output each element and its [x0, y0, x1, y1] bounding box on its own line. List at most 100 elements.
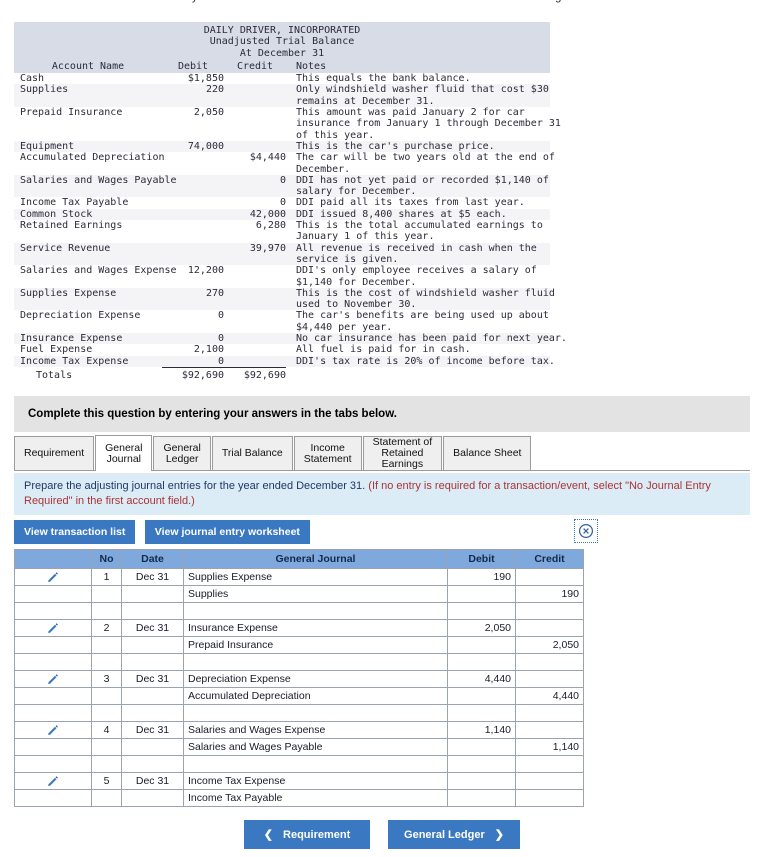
journal-account-cell[interactable]: Income Tax Payable: [183, 789, 448, 807]
journal-debit-cell[interactable]: [447, 789, 516, 807]
journal-entry-date[interactable]: Dec 31: [121, 619, 184, 637]
journal-header-credit: Credit: [515, 549, 584, 569]
tab-trial-balance[interactable]: Trial Balance: [211, 436, 293, 470]
trial-balance-body: Cash $1,850 This equals the bank balance. S…: [14, 73, 567, 367]
journal-row[interactable]: 3 Dec 31 Depreciation Expense 4,440: [14, 670, 584, 688]
next-general-ledger-button[interactable]: General Ledger ❯: [388, 820, 520, 849]
journal-account-cell[interactable]: Salaries and Wages Payable: [183, 738, 448, 756]
journal-credit-cell[interactable]: 1,140: [515, 738, 584, 756]
journal-debit-cell[interactable]: 4,440: [447, 670, 516, 688]
pencil-icon[interactable]: [14, 721, 92, 739]
chevron-right-icon: ❯: [494, 829, 504, 841]
col-header-debit: Debit: [177, 60, 209, 72]
trial-balance-row: Fuel Expense 2,100 All fuel is paid for in…: [14, 344, 550, 356]
journal-credit-cell[interactable]: 190: [515, 585, 584, 603]
view-transaction-list-button[interactable]: View transaction list: [14, 520, 136, 544]
pencil-icon[interactable]: [14, 670, 92, 688]
journal-credit-cell[interactable]: [515, 721, 584, 739]
journal-row[interactable]: Salaries and Wages Payable 1,140: [14, 738, 584, 756]
journal-row[interactable]: Prepaid Insurance 2,050: [14, 636, 584, 654]
journal-account-cell[interactable]: Accumulated Depreciation: [183, 687, 448, 705]
journal-credit-cell[interactable]: [515, 670, 584, 688]
journal-row[interactable]: Supplies 190: [14, 585, 584, 603]
journal-account-cell[interactable]: Supplies Expense: [183, 568, 448, 586]
tab-general-journal[interactable]: General Journal: [95, 435, 153, 471]
journal-account-cell[interactable]: [183, 755, 448, 773]
journal-row[interactable]: 1 Dec 31 Supplies Expense 190: [14, 568, 584, 586]
pencil-icon[interactable]: [14, 772, 92, 790]
journal-entry-date[interactable]: Dec 31: [121, 670, 184, 688]
journal-spacer-row[interactable]: [14, 704, 584, 722]
trial-balance-row: Equipment 74,000 This is the car's purchas…: [14, 140, 550, 153]
journal-account-cell[interactable]: Income Tax Expense: [183, 772, 448, 790]
journal-row[interactable]: 4 Dec 31 Salaries and Wages Expense 1,140: [14, 721, 584, 739]
journal-header-edit-spacer: [14, 549, 92, 569]
journal-row[interactable]: Accumulated Depreciation 4,440: [14, 687, 584, 705]
tb-note: No car insurance has been paid for next …: [296, 333, 567, 345]
journal-entry-date[interactable]: [121, 585, 184, 603]
journal-account-cell[interactable]: [183, 704, 448, 722]
journal-account-cell[interactable]: Depreciation Expense: [183, 670, 448, 688]
journal-credit-cell[interactable]: [515, 619, 584, 637]
journal-entry-date[interactable]: Dec 31: [121, 721, 184, 739]
journal-entry-date[interactable]: [121, 636, 184, 654]
journal-entry-date[interactable]: Dec 31: [121, 568, 184, 586]
journal-debit-cell[interactable]: [447, 687, 516, 705]
journal-debit-cell[interactable]: 2,050: [447, 619, 516, 637]
journal-credit-cell[interactable]: [515, 755, 584, 773]
journal-spacer-row[interactable]: [14, 602, 584, 620]
journal-credit-cell[interactable]: [515, 704, 584, 722]
journal-credit-cell[interactable]: 4,440: [515, 687, 584, 705]
tb-note: All revenue is received in cash when the…: [296, 242, 537, 265]
journal-account-cell[interactable]: [183, 602, 448, 620]
journal-debit-cell[interactable]: [447, 636, 516, 654]
trial-balance-table: DAILY DRIVER, INCORPORATED Unadjusted Tr…: [14, 22, 567, 382]
journal-credit-cell[interactable]: [515, 772, 584, 790]
journal-entry-date[interactable]: [121, 602, 184, 620]
journal-debit-cell[interactable]: 190: [447, 568, 516, 586]
journal-entry-date[interactable]: [121, 738, 184, 756]
prev-requirement-button[interactable]: ❮ Requirement: [244, 820, 371, 849]
tab-statement-of-retained-earnings[interactable]: Statement of Retained Earnings: [362, 436, 443, 470]
journal-spacer-row[interactable]: [14, 755, 584, 773]
journal-debit-cell[interactable]: [447, 772, 516, 790]
journal-debit-cell[interactable]: [447, 738, 516, 756]
trial-balance-row: Cash $1,850 This equals the bank balance.: [14, 73, 550, 85]
journal-credit-cell[interactable]: [515, 602, 584, 620]
close-circle-icon[interactable]: [574, 519, 598, 543]
journal-row[interactable]: 5 Dec 31 Income Tax Expense: [14, 772, 584, 790]
tab-general-ledger[interactable]: General Ledger: [153, 436, 211, 470]
journal-spacer-row[interactable]: [14, 653, 584, 671]
journal-credit-cell[interactable]: [515, 568, 584, 586]
journal-debit-cell[interactable]: [447, 602, 516, 620]
journal-debit-cell[interactable]: 1,140: [447, 721, 516, 739]
journal-credit-cell[interactable]: 2,050: [515, 636, 584, 654]
next-button-label: General Ledger: [404, 828, 485, 841]
journal-entry-date[interactable]: [121, 704, 184, 722]
journal-entry-date[interactable]: [121, 653, 184, 671]
journal-account-cell[interactable]: Prepaid Insurance: [183, 636, 448, 654]
journal-entry-date[interactable]: Dec 31: [121, 772, 184, 790]
journal-account-cell[interactable]: Supplies: [183, 585, 448, 603]
journal-debit-cell[interactable]: [447, 585, 516, 603]
tab-income-statement[interactable]: Income Statement: [293, 436, 362, 470]
tab-requirement[interactable]: Requirement: [14, 436, 95, 470]
journal-account-cell[interactable]: Insurance Expense: [183, 619, 448, 637]
journal-credit-cell[interactable]: [515, 653, 584, 671]
journal-row[interactable]: Income Tax Payable: [14, 789, 584, 807]
tab-balance-sheet[interactable]: Balance Sheet: [443, 436, 532, 470]
journal-debit-cell[interactable]: [447, 755, 516, 773]
journal-debit-cell[interactable]: [447, 704, 516, 722]
journal-entry-date[interactable]: [121, 789, 184, 807]
journal-account-cell[interactable]: [183, 653, 448, 671]
pencil-icon[interactable]: [14, 619, 92, 637]
journal-row[interactable]: 2 Dec 31 Insurance Expense 2,050: [14, 619, 584, 637]
journal-credit-cell[interactable]: [515, 789, 584, 807]
journal-entry-no: [91, 602, 122, 620]
journal-entry-date[interactable]: [121, 687, 184, 705]
pencil-icon[interactable]: [14, 568, 92, 586]
journal-entry-date[interactable]: [121, 755, 184, 773]
journal-debit-cell[interactable]: [447, 653, 516, 671]
view-journal-entry-worksheet-button[interactable]: View journal entry worksheet: [144, 520, 310, 544]
journal-account-cell[interactable]: Salaries and Wages Expense: [183, 721, 448, 739]
